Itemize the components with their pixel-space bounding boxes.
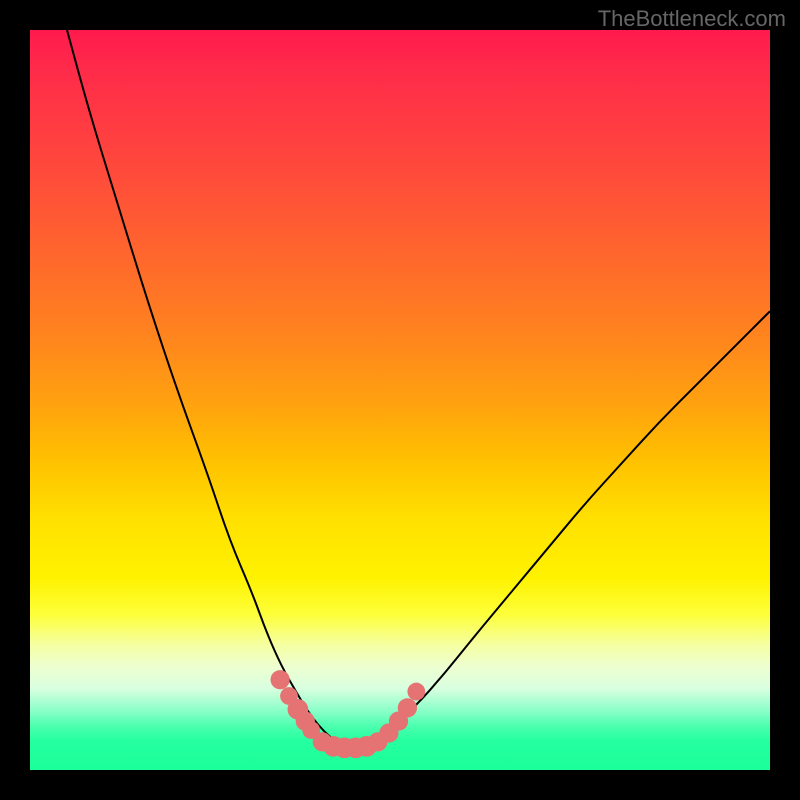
curve-marker: [407, 683, 425, 701]
marker-group: [271, 670, 426, 758]
watermark-text: TheBottleneck.com: [598, 6, 786, 32]
chart-plot-area: [30, 30, 770, 770]
chart-svg: [30, 30, 770, 770]
curve-marker: [398, 698, 417, 717]
curve-marker: [271, 670, 290, 689]
bottleneck-curve-path: [67, 30, 770, 747]
